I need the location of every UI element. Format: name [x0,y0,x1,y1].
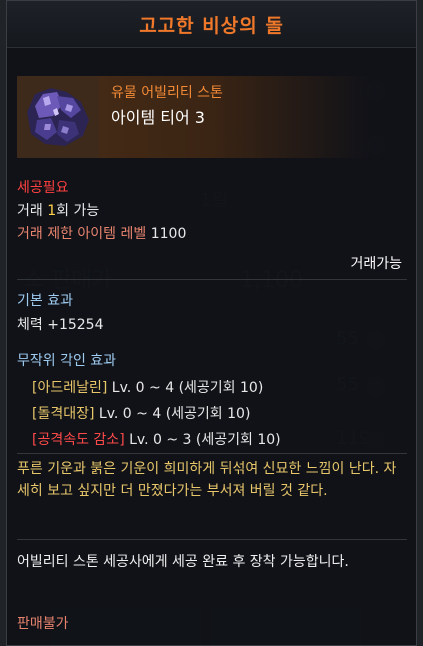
engraving-row: [아드레날린] Lv. 0 ~ 4 (세공기회 10) [32,377,263,397]
flavor-text: 푸른 기운과 붉은 기운이 희미하게 뒤섞여 신묘한 느낌이 난다. 자세히 보… [17,461,397,499]
trade-level-label: 거래 제한 아이템 레벨 [17,226,147,242]
sell-status: 판매불가 [17,616,69,632]
item-tooltip: 고고한 비상의 돌 유물 어빌리티 스톤 아이템 티어 3 세공필요 거래 1회… [6,0,417,646]
trade-count: 거래 1회 가능 [17,200,99,220]
engraving-row: [공격속도 감소] Lv. 0 ~ 3 (세공기회 10) [32,429,281,449]
requirement-title: 세공필요 [17,180,69,196]
engraving-name: [아드레날린] [32,380,108,396]
engraving-range: Lv. 0 ~ 4 (세공기회 10) [98,406,251,422]
basic-effect: 체력 +15254 [17,317,104,333]
tooltip-title-bar: 고고한 비상의 돌 [7,1,416,48]
basic-effect-title: 기본 효과 [17,293,73,309]
trade-level-value: 1100 [150,226,187,242]
engraving-name-negative: [공격속도 감소] [32,432,125,448]
item-title: 고고한 비상의 돌 [139,14,284,37]
ability-stone-icon [17,76,99,158]
engraving-range: Lv. 0 ~ 4 (세공기회 10) [111,380,264,396]
tradable-status: 거래가능 [350,256,402,272]
trade-count-suffix: 회 가능 [56,203,100,219]
item-tier: 아이템 티어 3 [111,108,205,127]
trade-count-value: 1 [47,203,57,219]
random-effect-title: 무작위 각인 효과 [17,353,117,369]
usage-text: 어빌리티 스톤 세공사에게 세공 완료 후 장착 가능합니다. [17,554,349,570]
engraving-row: [돌격대장] Lv. 0 ~ 4 (세공기회 10) [32,403,250,423]
trade-level: 거래 제한 아이템 레벨 1100 [17,223,186,243]
engraving-name: [돌격대장] [32,406,95,422]
engraving-range: Lv. 0 ~ 3 (세공기회 10) [129,432,281,448]
divider [17,453,407,454]
divider [17,279,407,280]
item-grade: 유물 어빌리티 스톤 [111,85,223,101]
trade-count-prefix: 거래 [17,203,48,219]
divider [17,539,407,540]
item-header: 유물 어빌리티 스톤 아이템 티어 3 [17,76,373,158]
